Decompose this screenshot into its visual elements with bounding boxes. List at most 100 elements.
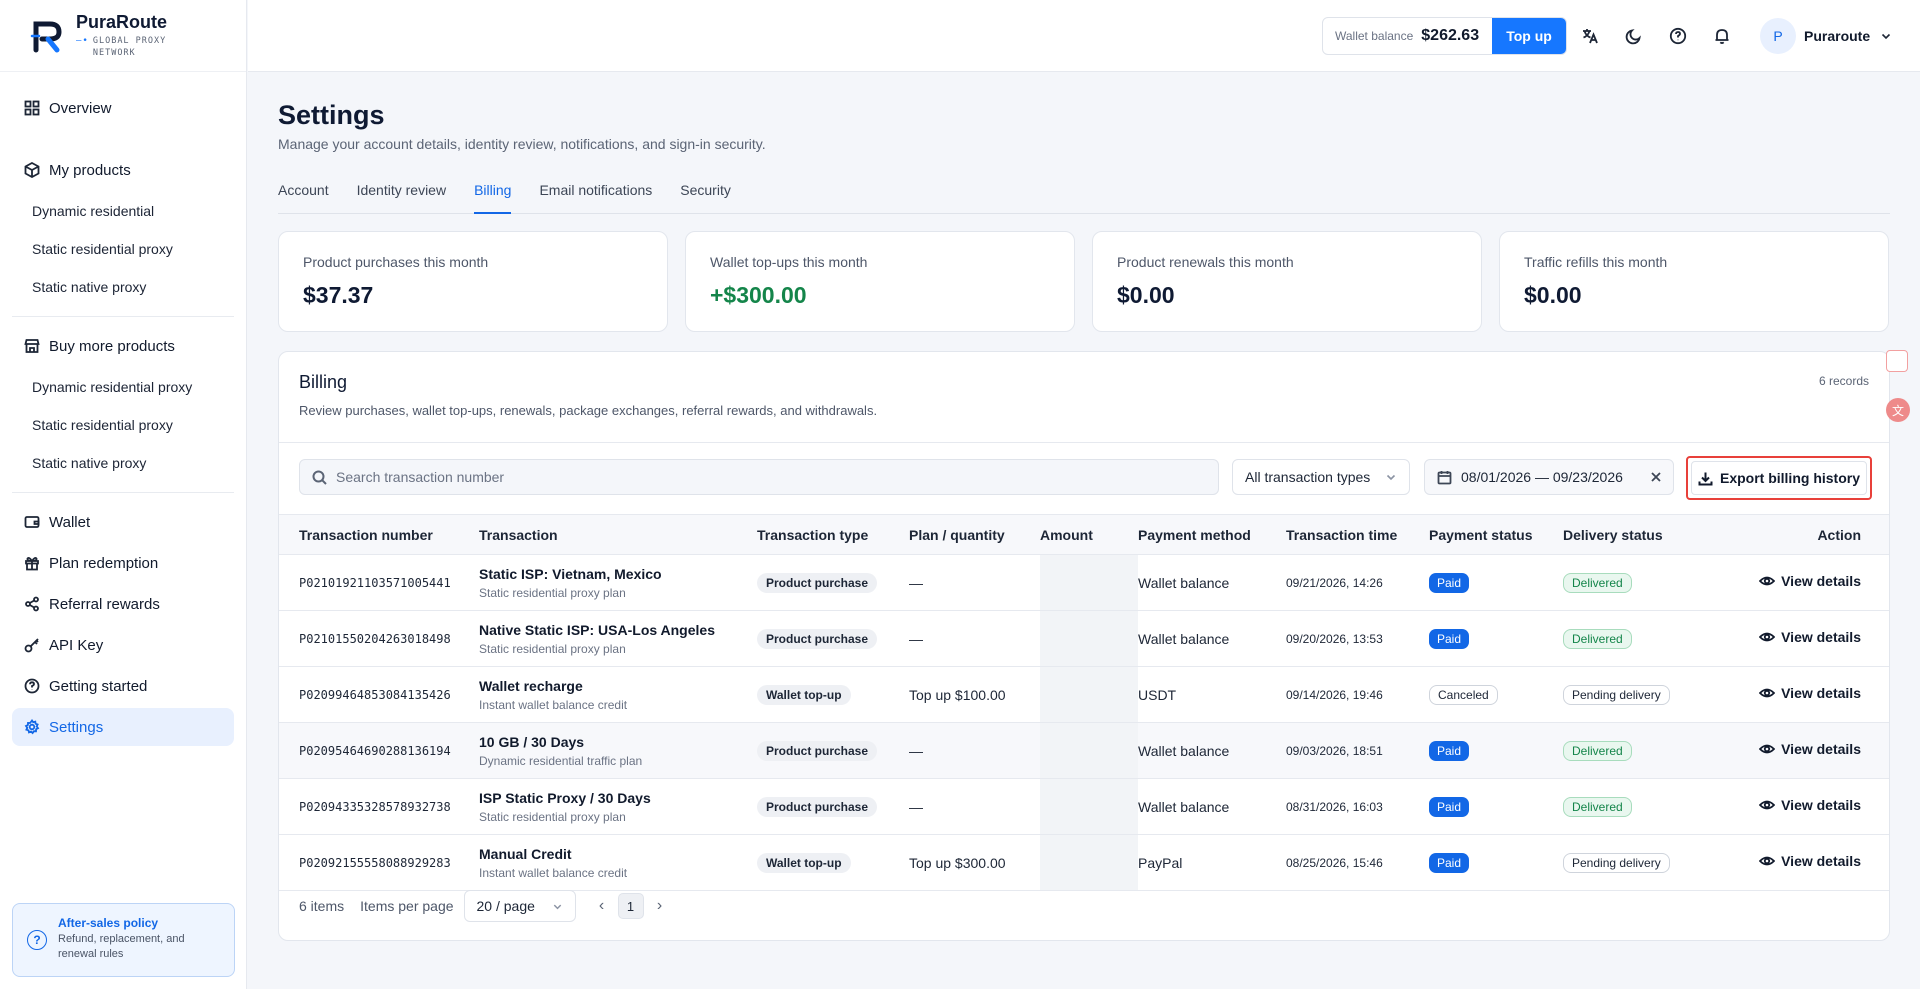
transaction-number: P02101550204263018498 (279, 610, 479, 667)
page-size-select[interactable]: 20 / page (463, 890, 576, 922)
view-details-button[interactable]: View details (1759, 573, 1861, 589)
transaction-type-select[interactable]: All transaction types (1232, 459, 1410, 495)
eye-icon (1759, 576, 1776, 586)
table-row[interactable]: P02092155558088929283 Manual Credit Insta… (279, 834, 1889, 891)
divider (279, 442, 1889, 443)
top-up-button[interactable]: Top up (1492, 18, 1566, 54)
brand-line-icon: —• (76, 36, 89, 46)
sidebar-item-plan-redemption[interactable]: Plan redemption (12, 544, 234, 582)
sidebar-item-label: My products (49, 161, 131, 179)
plan-quantity: — (909, 610, 1040, 667)
top-header: Wallet balance $262.63 Top up P Purarout… (248, 0, 1920, 72)
column-header: Action (1713, 514, 1889, 555)
sidebar-item-getting-started[interactable]: Getting started (12, 667, 234, 705)
payment-status-badge: Paid (1429, 740, 1470, 761)
sidebar-sub-static-residential[interactable]: Static residential proxy (0, 230, 246, 268)
user-menu[interactable]: P Puraroute (1760, 18, 1892, 54)
bell-icon[interactable] (1712, 26, 1732, 46)
tab-billing[interactable]: Billing (474, 182, 512, 214)
sidebar-item-settings[interactable]: Settings (12, 708, 234, 746)
sidebar-item-wallet[interactable]: Wallet (12, 503, 234, 541)
sidebar-sub-buy-static-residential[interactable]: Static residential proxy (0, 406, 246, 444)
view-details-button[interactable]: View details (1759, 685, 1861, 701)
transaction-title: Native Static ISP: USA-Los Angeles (479, 621, 715, 638)
search-input[interactable]: Search transaction number (299, 459, 1219, 495)
transaction-type-chip: Product purchase (757, 628, 878, 649)
view-details-button[interactable]: View details (1759, 797, 1861, 813)
search-placeholder: Search transaction number (336, 469, 505, 485)
stat-value: +$300.00 (710, 282, 807, 308)
after-sales-policy-card[interactable]: ? After-sales policy Refund, replacement… (12, 903, 235, 977)
select-value: All transaction types (1245, 469, 1371, 485)
store-icon (24, 339, 40, 353)
help-icon[interactable] (1668, 26, 1688, 46)
stat-label: Product renewals this month (1117, 254, 1294, 270)
table-row[interactable]: P02094335328578932738 ISP Static Proxy /… (279, 778, 1889, 835)
table-row[interactable]: P02101550204263018498 Native Static ISP:… (279, 610, 1889, 667)
eye-icon (1759, 856, 1776, 866)
stat-value: $37.37 (303, 282, 374, 308)
brand-name: PuraRoute (76, 12, 168, 32)
sidebar-sub-static-native[interactable]: Static native proxy (0, 268, 246, 306)
delivery-status-badge: Delivered (1563, 628, 1632, 649)
sidebar-item-referral-rewards[interactable]: Referral rewards (12, 585, 234, 623)
payment-method: Wallet balance (1138, 554, 1286, 611)
sidebar-item-overview[interactable]: Overview (12, 89, 234, 127)
sidebar-item-my-products[interactable]: My products (12, 151, 234, 189)
sidebar-sub-dynamic-residential[interactable]: Dynamic residential (0, 192, 246, 230)
tab-identity-review[interactable]: Identity review (357, 182, 446, 214)
view-details-button[interactable]: View details (1759, 741, 1861, 757)
sidebar-item-label: Wallet (49, 513, 91, 531)
gift-icon (25, 557, 39, 571)
sidebar-item-label: API Key (49, 636, 104, 654)
plan-quantity: — (909, 722, 1040, 779)
tab-email-notifications[interactable]: Email notifications (539, 182, 652, 214)
sidebar-item-api-key[interactable]: API Key (12, 626, 234, 664)
payment-method: Wallet balance (1138, 778, 1286, 835)
user-name: Puraroute (1804, 28, 1871, 44)
brand[interactable]: PuraRoute —• GLOBAL PROXY NETWORK (0, 0, 246, 72)
apps-icon[interactable] (1886, 350, 1908, 372)
view-details-label: View details (1781, 685, 1861, 701)
export-billing-button[interactable]: Export billing history (1691, 461, 1867, 495)
brand-tagline: GLOBAL PROXY NETWORK (92, 36, 167, 58)
stat-label: Traffic refills this month (1524, 254, 1668, 270)
view-details-button[interactable]: View details (1759, 629, 1861, 645)
view-details-button[interactable]: View details (1759, 853, 1861, 869)
plan-quantity: Top up $100.00 (909, 666, 1040, 723)
view-details-label: View details (1781, 853, 1861, 869)
tab-security[interactable]: Security (680, 182, 731, 214)
translate-icon[interactable] (1580, 26, 1600, 46)
page-title: Settings (278, 100, 385, 130)
date-range-picker[interactable]: 08/01/2026 — 09/23/2026 (1424, 459, 1674, 495)
column-header: Transaction number (279, 514, 479, 555)
payment-method: PayPal (1138, 834, 1286, 891)
export-highlight: Export billing history (1686, 456, 1872, 500)
transaction-title: 10 GB / 30 Days (479, 733, 585, 750)
sidebar-item-buy-more[interactable]: Buy more products (12, 327, 234, 365)
table-row[interactable]: P02099464853084135426 Wallet recharge Ins… (279, 666, 1889, 723)
close-icon[interactable] (1649, 470, 1663, 484)
transaction-title: Manual Credit (479, 845, 572, 862)
sidebar-sub-buy-dynamic-residential[interactable]: Dynamic residential proxy (0, 368, 246, 406)
billing-title: Billing (299, 372, 348, 392)
stat-value: $0.00 (1117, 282, 1175, 308)
wallet-value: $262.63 (1421, 27, 1480, 44)
box-icon (24, 162, 40, 178)
sidebar-sub-buy-static-native[interactable]: Static native proxy (0, 444, 246, 482)
chevron-down-icon (553, 904, 561, 910)
column-header: Transaction (479, 514, 757, 555)
plan-quantity: — (909, 554, 1040, 611)
moon-icon[interactable] (1624, 26, 1644, 46)
translate-float-icon[interactable]: 文 (1886, 398, 1910, 422)
download-icon (1698, 472, 1713, 485)
tab-account[interactable]: Account (278, 182, 329, 214)
transaction-subtitle: Static residential proxy plan (479, 585, 626, 600)
table-row[interactable]: P02095464690288136194 10 GB / 30 Days Dyn… (279, 722, 1889, 779)
page-number[interactable]: 1 (617, 893, 644, 919)
transaction-number: P02095464690288136194 (279, 722, 479, 779)
table-row[interactable]: P02101921103571005441 Static ISP: Vietna… (279, 554, 1889, 611)
next-page-icon[interactable]: › (650, 896, 670, 916)
wallet-label: Wallet balance (1335, 29, 1414, 43)
prev-page-icon[interactable]: ‹ (592, 896, 612, 916)
